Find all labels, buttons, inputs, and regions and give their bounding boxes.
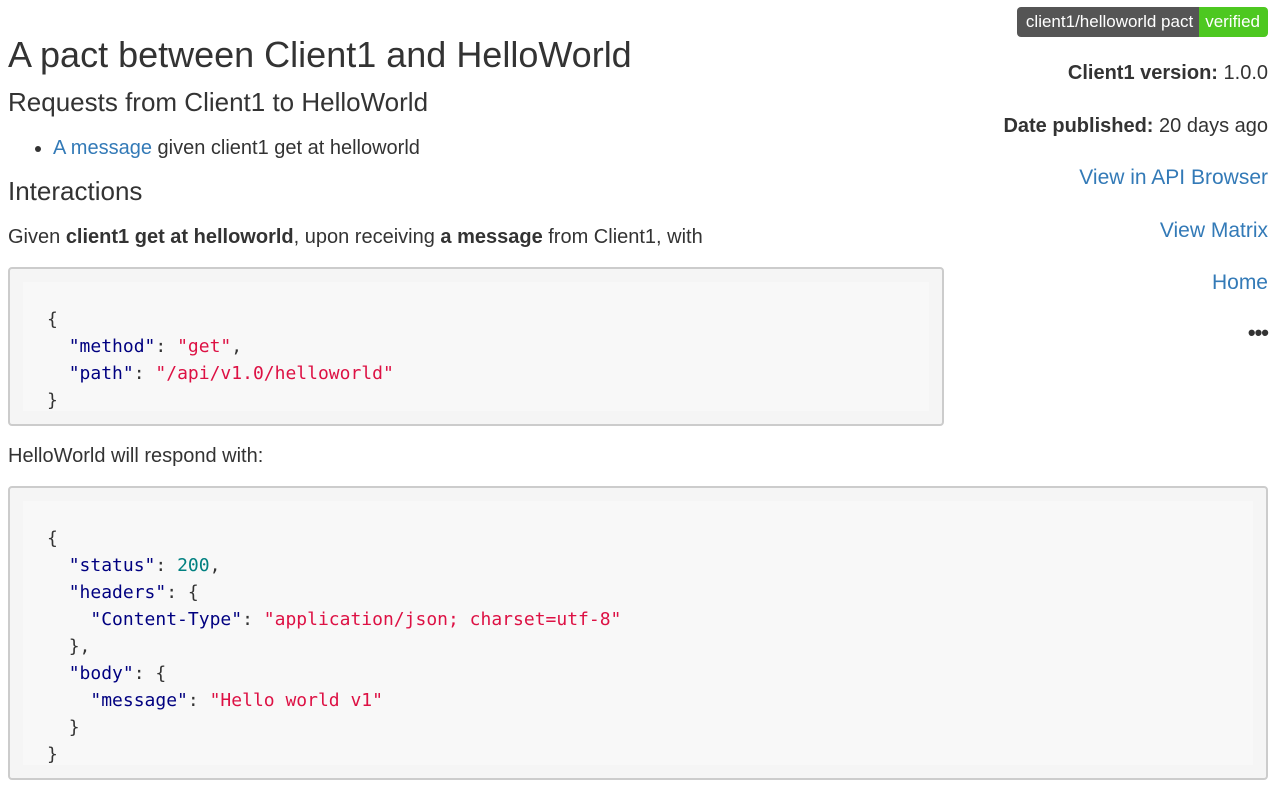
request-code-lines: { "method": "get", "path": "/api/v1.0/he…: [47, 309, 394, 411]
given-state: client1 get at helloworld: [65, 226, 294, 248]
code-key-message: "message": [90, 690, 188, 711]
page-title: A pact between Client1 and HelloWorld: [8, 34, 632, 75]
code-open-brace: {: [47, 309, 58, 330]
code-open-brace: {: [47, 528, 58, 549]
code-value-status: 200: [177, 555, 210, 576]
view-matrix-link[interactable]: View Matrix: [1160, 218, 1268, 244]
code-key-method: "method": [68, 336, 156, 357]
code-close-brace: }: [47, 744, 58, 765]
list-item: A message given client1 get at helloworl…: [53, 134, 420, 162]
code-key-status: "status": [68, 555, 156, 576]
given-suffix: from Client1, with: [542, 226, 703, 248]
badge-status: verified: [1199, 7, 1268, 37]
code-key-path: "path": [68, 363, 134, 384]
code-value-content-type: "application/json; charset=utf-8": [263, 609, 622, 630]
given-message: a message: [440, 226, 543, 248]
home-link[interactable]: Home: [1212, 270, 1268, 296]
code-close-brace: }: [47, 390, 58, 411]
interactions-heading: Interactions: [8, 176, 143, 206]
version-label: Client1 version:: [1067, 62, 1218, 84]
badge-pact-name: client1/helloworld pact: [1016, 7, 1200, 37]
response-code-inner: { "status": 200, "headers": { "Content-T…: [23, 501, 1253, 765]
code-body-close: }: [68, 717, 80, 738]
request-description: given client1 get at helloworld: [151, 137, 420, 159]
respond-text: HelloWorld will respond with:: [8, 445, 264, 467]
code-value-path: "/api/v1.0/helloworld": [155, 363, 394, 384]
request-code-inner: { "method": "get", "path": "/api/v1.0/he…: [23, 282, 929, 411]
code-value-message: "Hello world v1": [209, 690, 383, 711]
response-code-lines: { "status": 200, "headers": { "Content-T…: [47, 528, 622, 765]
requests-list: A message given client1 get at helloworl…: [34, 134, 420, 162]
requests-heading: Requests from Client1 to HelloWorld: [8, 87, 429, 117]
request-link-a-message[interactable]: A message: [53, 137, 152, 159]
code-key-content-type: "Content-Type": [90, 609, 243, 630]
verification-badge[interactable]: client1/helloworld pact verified: [1016, 7, 1268, 37]
consumer-version: Client1 version: 1.0.0: [1068, 60, 1268, 86]
given-middle: , upon receiving: [293, 226, 441, 248]
date-value: 20 days ago: [1153, 115, 1268, 137]
response-code-block: { "status": 200, "headers": { "Content-T…: [8, 486, 1268, 780]
code-key-headers: "headers": [68, 582, 167, 603]
request-code-block: { "method": "get", "path": "/api/v1.0/he…: [8, 267, 944, 426]
interaction-description: Given client1 get at helloworld, upon re…: [8, 224, 703, 250]
given-prefix: Given: [8, 226, 66, 248]
date-label: Date published:: [1003, 115, 1154, 137]
version-value: 1.0.0: [1217, 62, 1269, 84]
code-key-body: "body": [68, 663, 134, 684]
more-options-icon[interactable]: •••: [1248, 320, 1269, 346]
view-in-api-browser-link[interactable]: View in API Browser: [1079, 165, 1268, 191]
code-headers-close: },: [68, 636, 91, 657]
date-published: Date published: 20 days ago: [1003, 113, 1268, 139]
code-value-method: "get": [177, 336, 232, 357]
